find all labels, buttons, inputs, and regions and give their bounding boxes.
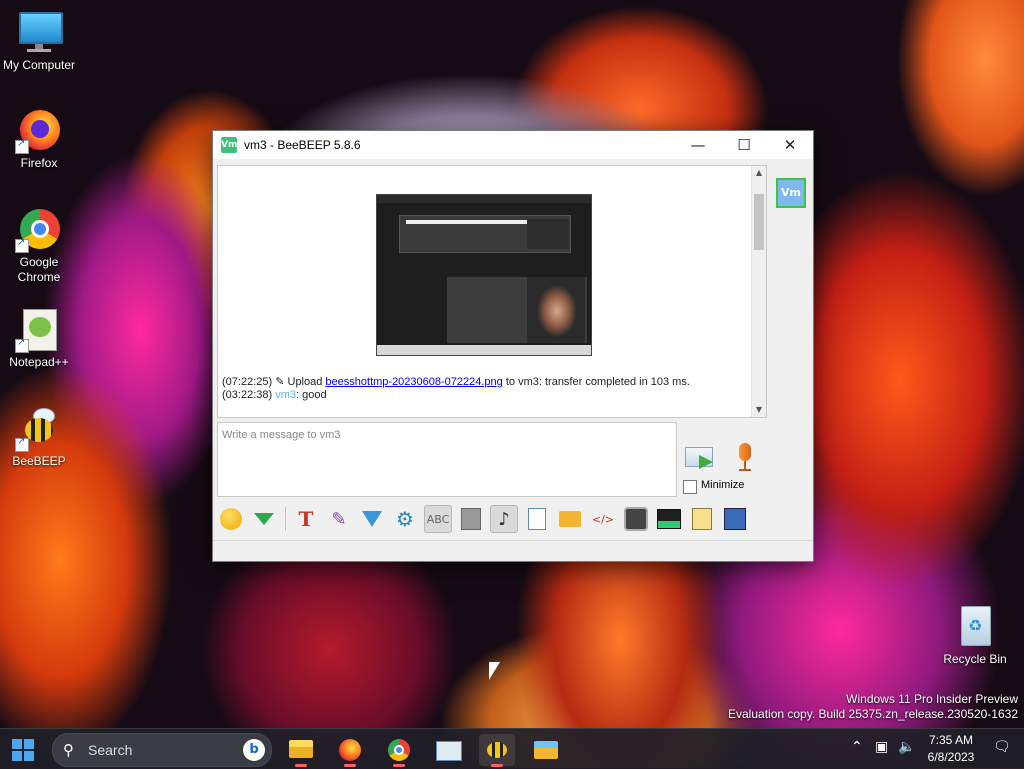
toolbar-separator: [285, 507, 286, 531]
message-username[interactable]: vm3: [275, 389, 296, 401]
desktop-icon-label: Google Chrome: [17, 255, 61, 284]
chat-message-upload: (07:22:25) ✎ Upload beesshottmp-20230608…: [222, 375, 690, 388]
desktop-icon-label: Notepad++: [9, 355, 69, 369]
word-complete-icon[interactable]: [457, 505, 485, 533]
message-text: : good: [296, 389, 327, 401]
search-label: Search: [88, 742, 133, 758]
desktop-icon-beebeep[interactable]: BeeBEEP: [1, 406, 77, 469]
download-arrow-icon[interactable]: [250, 505, 278, 533]
chrome-icon: [15, 207, 61, 253]
settings-gear-icon[interactable]: ⚙: [391, 505, 419, 533]
minimize-window-button[interactable]: —: [675, 131, 721, 159]
recycle-bin-icon: ♻: [953, 604, 997, 648]
window-statusbar: [213, 540, 813, 561]
folder-send-icon[interactable]: [556, 505, 584, 533]
chat-toolbar: T ✎ ⚙ ABC ♪ </>: [217, 501, 809, 537]
desktop-icon-label: Firefox: [20, 156, 58, 170]
message-time: (07:22:25): [222, 376, 273, 388]
chat-scrollbar[interactable]: ▲ ▼: [751, 166, 766, 417]
watermark-line: Evaluation copy. Build 25375.zn_release.…: [728, 707, 1018, 721]
taskbar: ⚲ Search b ⌃ ▣ 🔈 7:35 AM 6/8/2023 🗨: [0, 728, 1024, 769]
bee-icon: [487, 742, 507, 758]
task-manager-icon: [436, 741, 462, 761]
desktop-icon-my-computer[interactable]: My Computer: [1, 10, 77, 73]
bing-icon[interactable]: b: [243, 739, 265, 761]
firefox-icon: [339, 739, 361, 761]
desktop-icon-google-chrome[interactable]: Google Chrome: [1, 207, 77, 285]
minimize-label: Minimize: [701, 479, 745, 491]
scroll-up-arrow-icon[interactable]: ▲: [752, 166, 766, 180]
message-time: (03:22:38): [222, 389, 273, 401]
firefox-icon: [15, 108, 61, 154]
desktop-icon-label: BeeBEEP: [12, 454, 66, 468]
beebeep-app-icon: Vm: [221, 137, 237, 153]
desktop-icon-label: My Computer: [2, 58, 76, 72]
chat-message-good: (03:22:38) vm3: good: [222, 389, 327, 401]
network-icon[interactable]: ▣: [875, 739, 888, 755]
message-input-placeholder: Write a message to vm3: [222, 429, 341, 441]
camera-icon[interactable]: [622, 505, 650, 533]
taskbar-search-box[interactable]: ⚲ Search b: [52, 733, 272, 767]
file-explorer-icon: [289, 740, 313, 758]
filter-icon[interactable]: [358, 505, 386, 533]
screenshot-icon[interactable]: [655, 505, 683, 533]
notepad-plus-plus-icon: [15, 307, 61, 353]
color-pencils-icon[interactable]: ✎: [325, 505, 353, 533]
uploaded-file-link[interactable]: beesshottmp-20230608-072224.png: [325, 376, 502, 388]
desktop-icon-recycle-bin[interactable]: ♻ Recycle Bin: [937, 604, 1013, 667]
desktop-icon-label: Recycle Bin: [943, 652, 1007, 666]
minimize-checkbox[interactable]: [683, 480, 697, 494]
taskbar-clock[interactable]: 7:35 AM 6/8/2023: [918, 732, 984, 766]
user-avatar[interactable]: Vm: [776, 178, 806, 208]
window-title: vm3 - BeeBEEP 5.8.6: [244, 138, 361, 152]
save-icon[interactable]: [721, 505, 749, 533]
window-titlebar[interactable]: Vm vm3 - BeeBEEP 5.8.6 — ☐ ✕: [213, 131, 813, 159]
desktop-icon-notepad-plus-plus[interactable]: Notepad++: [1, 307, 77, 370]
taskbar-beebeep[interactable]: [479, 734, 515, 767]
search-icon: ⚲: [63, 741, 74, 759]
watermark-line: Windows 11 Pro Insider Preview: [846, 692, 1018, 706]
notification-icon[interactable]: 🗨: [993, 739, 1011, 755]
scrollbar-thumb[interactable]: [754, 194, 764, 250]
shared-screenshot-image[interactable]: [376, 194, 592, 356]
send-message-button[interactable]: [685, 445, 717, 471]
bee-icon: [15, 406, 61, 452]
taskbar-folder[interactable]: [528, 734, 564, 766]
music-note-icon[interactable]: ♪: [490, 505, 518, 533]
spellcheck-icon[interactable]: ABC: [424, 505, 452, 533]
chevron-up-icon[interactable]: ⌃: [851, 739, 863, 755]
notes-icon[interactable]: [688, 505, 716, 533]
html-code-icon[interactable]: </>: [589, 505, 617, 533]
clock-time: 7:35 AM: [928, 733, 974, 747]
message-input[interactable]: Write a message to vm3: [217, 422, 677, 497]
folder-icon: [534, 741, 558, 759]
taskbar-chrome[interactable]: [381, 734, 417, 767]
message-text: Upload: [284, 376, 326, 388]
taskbar-file-explorer[interactable]: [283, 734, 319, 767]
close-window-button[interactable]: ✕: [767, 131, 813, 159]
text-font-icon[interactable]: T: [292, 505, 320, 533]
chat-history[interactable]: (07:22:25) ✎ Upload beesshottmp-20230608…: [217, 165, 767, 418]
monitor-icon: [17, 10, 63, 54]
mouse-cursor-icon: [489, 662, 500, 680]
clock-date: 6/8/2023: [927, 750, 975, 764]
windows-evaluation-watermark: Windows 11 Pro Insider Preview Evaluatio…: [728, 692, 1018, 722]
maximize-window-button[interactable]: ☐: [721, 131, 767, 159]
message-text: to vm3: transfer completed in 103 ms.: [502, 376, 690, 388]
volume-icon[interactable]: 🔈: [898, 739, 915, 755]
file-send-icon[interactable]: [523, 505, 551, 533]
beebeep-chat-window[interactable]: Vm vm3 - BeeBEEP 5.8.6 — ☐ ✕ (07:22:25) …: [212, 130, 814, 562]
desktop-icon-firefox[interactable]: Firefox: [1, 108, 77, 171]
start-button[interactable]: [12, 739, 34, 761]
chat-members-panel[interactable]: Vm: [769, 165, 813, 495]
scroll-down-arrow-icon[interactable]: ▼: [752, 403, 766, 417]
emoticon-icon[interactable]: [217, 505, 245, 533]
taskbar-firefox[interactable]: [332, 734, 368, 767]
voice-message-button[interactable]: [735, 443, 755, 473]
taskbar-task-manager[interactable]: [430, 734, 466, 766]
